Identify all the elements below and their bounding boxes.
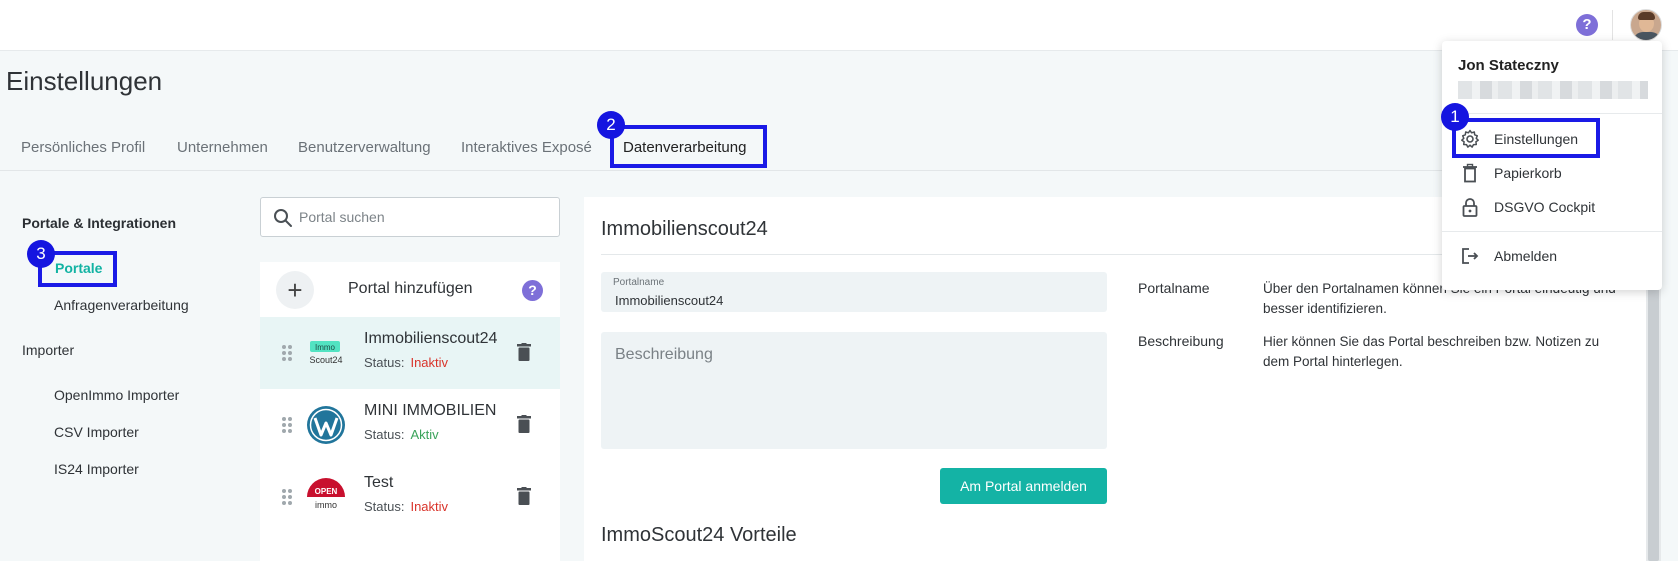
- page-title: Einstellungen: [6, 66, 163, 96]
- immoscout24-logo: Immo Scout24: [309, 341, 343, 365]
- top-bar: ?: [0, 0, 1678, 51]
- portal-status: Status: Inaktiv: [364, 355, 448, 370]
- user-name: Jon Stateczny: [1458, 57, 1559, 74]
- help-icon[interactable]: ?: [522, 280, 543, 301]
- trash-icon[interactable]: [517, 487, 531, 505]
- svg-text:OPEN: OPEN: [315, 487, 338, 496]
- field-value: Immobilienscout24: [615, 293, 724, 308]
- drag-handle-icon[interactable]: [282, 489, 292, 505]
- field-label: Portalname: [613, 277, 665, 288]
- portal-search[interactable]: [260, 197, 560, 237]
- status-label: Status:: [364, 355, 405, 370]
- portal-row[interactable]: Immo Scout24 Immobilienscout24 Status: In…: [260, 317, 560, 389]
- openimmo-logo: OPEN immo: [307, 478, 345, 510]
- divider: [1442, 113, 1662, 114]
- info-text-beschreibung: Hier können Sie das Portal beschreiben b…: [1263, 334, 1600, 369]
- tab-persoenliches-profil[interactable]: Persönliches Profil: [21, 139, 145, 156]
- tab-unternehmen[interactable]: Unternehmen: [177, 139, 268, 156]
- drag-handle-icon[interactable]: [282, 345, 292, 361]
- status-label: Status:: [364, 427, 405, 442]
- detail-title: Immobilienscout24: [601, 218, 768, 240]
- search-icon: [274, 209, 292, 227]
- wordpress-logo: [307, 406, 345, 444]
- tab-interaktives-expose[interactable]: Interaktives Exposé: [461, 139, 592, 156]
- trash-icon[interactable]: [517, 415, 531, 433]
- avatar-body: [1633, 32, 1661, 40]
- lock-icon: [1462, 198, 1478, 217]
- detail-subtitle: ImmoScout24 Vorteile: [601, 524, 797, 546]
- user-menu: Jon Stateczny Einstellungen Papierkorb D…: [1442, 41, 1662, 290]
- step-badge-3: 3: [27, 240, 55, 268]
- menu-item-label: Papierkorb: [1494, 165, 1562, 181]
- status-value: Aktiv: [410, 427, 439, 442]
- trash-icon[interactable]: [517, 343, 531, 361]
- sidebar-item-is24-importer[interactable]: IS24 Importer: [54, 461, 139, 477]
- menu-item-label: Abmelden: [1494, 248, 1558, 264]
- sidebar-item-anfragenverarbeitung[interactable]: Anfragenverarbeitung: [54, 297, 189, 313]
- info-label-portalname: Portalname: [1138, 280, 1210, 296]
- connect-portal-button[interactable]: Am Portal anmelden: [940, 468, 1107, 504]
- add-portal-row[interactable]: + Portal hinzufügen ?: [260, 262, 560, 317]
- user-avatar[interactable]: [1630, 9, 1662, 41]
- user-email-blurred: [1458, 81, 1648, 99]
- menu-item-dsgvo-cockpit[interactable]: DSGVO Cockpit: [1442, 190, 1662, 224]
- portal-name: MINI IMMOBILIEN: [364, 402, 497, 419]
- step-badge-2: 2: [597, 111, 625, 139]
- description-field[interactable]: Beschreibung: [601, 332, 1107, 449]
- highlight-box-datenverarbeitung: [610, 125, 767, 168]
- logout-icon: [1462, 248, 1479, 264]
- portal-name: Test: [364, 474, 394, 491]
- avatar-hair: [1638, 12, 1655, 20]
- highlight-box-einstellungen: [1452, 118, 1600, 158]
- menu-item-label: DSGVO Cockpit: [1494, 199, 1596, 215]
- portal-status: Status: Aktiv: [364, 427, 439, 442]
- portalname-field[interactable]: Portalname Immobilienscout24: [601, 272, 1107, 312]
- tab-benutzerverwaltung[interactable]: Benutzerverwaltung: [298, 139, 431, 156]
- step-badge-1: 1: [1441, 103, 1469, 131]
- sidebar-item-openimmo-importer[interactable]: OpenImmo Importer: [54, 387, 179, 403]
- portal-name: Immobilienscout24: [364, 330, 498, 347]
- portal-list: + Portal hinzufügen ? Immo Scout24 Immob…: [260, 262, 560, 561]
- drag-handle-icon[interactable]: [282, 417, 292, 433]
- portal-row[interactable]: MINI IMMOBILIEN Status: Aktiv: [260, 389, 560, 461]
- settings-tabs: Persönliches Profil Unternehmen Benutzer…: [0, 127, 1644, 171]
- field-placeholder: Beschreibung: [615, 346, 713, 363]
- divider: [1442, 231, 1662, 232]
- status-value: Inaktiv: [410, 499, 449, 514]
- svg-text:Scout24: Scout24: [309, 355, 342, 365]
- sidebar-item-csv-importer[interactable]: CSV Importer: [54, 424, 139, 440]
- trash-icon: [1463, 163, 1477, 183]
- status-label: Status:: [364, 499, 405, 514]
- info-label-beschreibung: Beschreibung: [1138, 333, 1224, 349]
- sidebar-section-importer: Importer: [22, 342, 75, 358]
- add-portal-label[interactable]: Portal hinzufügen: [348, 280, 473, 298]
- help-icon[interactable]: ?: [1576, 14, 1598, 36]
- portal-row[interactable]: OPEN immo Test Status: Inaktiv: [260, 461, 560, 533]
- divider: [1612, 10, 1613, 40]
- search-input[interactable]: [299, 198, 549, 236]
- svg-text:immo: immo: [315, 500, 337, 510]
- plus-icon[interactable]: +: [276, 271, 314, 309]
- menu-item-abmelden[interactable]: Abmelden: [1442, 239, 1662, 273]
- portal-status: Status: Inaktiv: [364, 499, 448, 514]
- menu-item-papierkorb[interactable]: Papierkorb: [1442, 156, 1662, 190]
- svg-text:Immo: Immo: [315, 343, 336, 352]
- sidebar-heading: Portale & Integrationen: [22, 215, 177, 231]
- status-value: Inaktiv: [410, 355, 449, 370]
